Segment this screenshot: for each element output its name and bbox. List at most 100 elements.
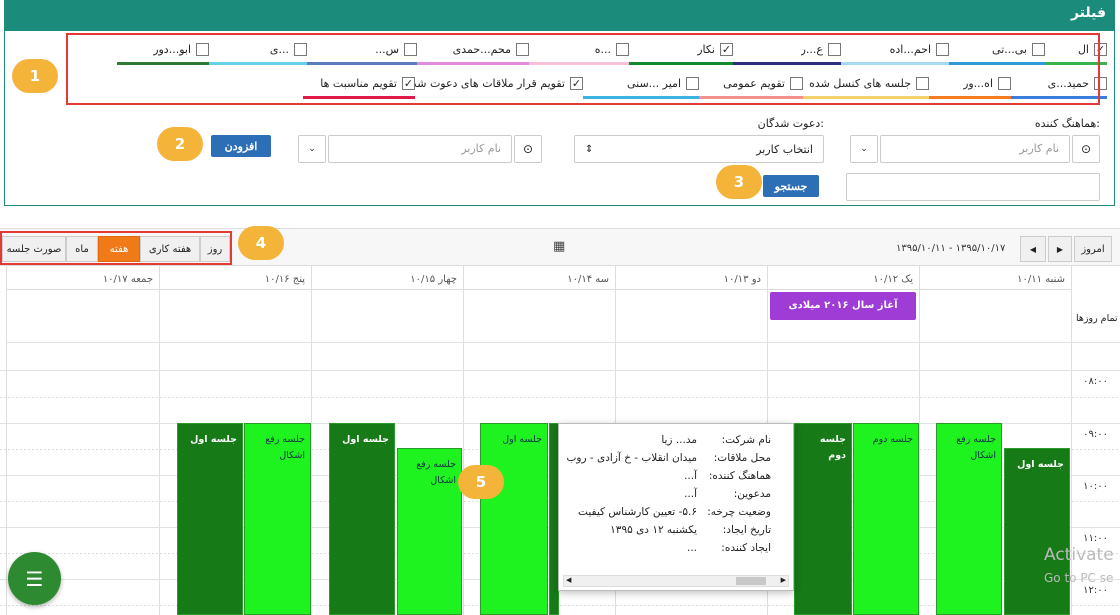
checkbox-icon[interactable] <box>294 42 307 56</box>
invitees-dropdown-button[interactable]: ⌄ <box>298 135 326 163</box>
popup-key: مدعوین: <box>733 488 771 500</box>
view-minutes-button[interactable]: صورت جلسه <box>2 236 66 262</box>
event-detail-popup: نام شرکت: مد... زیا محل ملاقات: میدان انقل… <box>558 423 794 591</box>
checkbox-icon[interactable] <box>936 42 949 56</box>
day-header-sat[interactable]: شنبه ۱۰/۱۱ <box>920 266 1071 290</box>
event-block[interactable]: جلسه دوم <box>794 423 852 615</box>
activation-watermark: Activate <box>1044 545 1114 565</box>
calendar-color-bar <box>1045 62 1107 65</box>
calendar-color-bar <box>307 62 417 65</box>
calendar-color-bar <box>699 96 803 99</box>
today-button[interactable]: امروز <box>1074 236 1112 262</box>
calendar-filter-checkbox[interactable]: امیر ...سنی <box>583 71 699 99</box>
checkbox-icon[interactable] <box>686 76 699 90</box>
day-header-tue[interactable]: سه ۱۰/۱۴ <box>464 266 615 290</box>
checkbox-label: نکار <box>697 42 715 56</box>
view-week-button[interactable]: هفته <box>98 236 140 262</box>
checkbox-icon[interactable] <box>616 42 629 56</box>
view-day-button[interactable]: روز <box>200 236 230 262</box>
coordinator-target-button[interactable]: ⊙ <box>1072 135 1100 163</box>
checkbox-label: ...ه <box>594 42 611 56</box>
checkbox-icon[interactable]: ✓ <box>1094 42 1107 56</box>
callout-3: 3 <box>716 165 762 199</box>
calendar-filter-checkbox[interactable]: جلسه های کنسل شده <box>803 71 929 99</box>
checkbox-icon[interactable] <box>828 42 841 56</box>
caret-left-icon: ◀ <box>1029 244 1037 254</box>
event-block[interactable]: جلسه اول <box>177 423 243 615</box>
checkbox-icon[interactable] <box>1094 76 1107 90</box>
coordinator-selected-field[interactable] <box>846 173 1100 201</box>
event-block[interactable]: جلسه رفع اشکال <box>397 448 462 615</box>
checkbox-icon[interactable] <box>516 42 529 56</box>
day-header-fri[interactable]: جمعه ۱۰/۱۷ <box>7 266 159 290</box>
popup-value: مد... زیا <box>661 434 697 446</box>
popup-key: هماهنگ کننده: <box>708 470 771 482</box>
calendar-color-bar <box>583 96 699 99</box>
checkbox-icon[interactable] <box>916 76 929 90</box>
popup-value: ۵.۶- تعیین کارشناس کیفیت <box>578 506 697 518</box>
add-button[interactable]: افزودن <box>211 135 271 157</box>
event-block[interactable]: جلسه اول <box>1004 448 1070 615</box>
coordinator-username-input[interactable]: نام کاربر <box>880 135 1070 163</box>
calendar-filter-checkbox[interactable]: محم...حمدی <box>417 37 529 65</box>
view-month-button[interactable]: ماه <box>66 236 98 262</box>
calendar-filter-checkbox[interactable]: ابو...دور <box>117 37 209 65</box>
popup-key: محل ملاقات: <box>713 452 771 464</box>
invitees-target-button[interactable]: ⊙ <box>514 135 542 163</box>
checkbox-icon[interactable] <box>404 42 417 56</box>
checkbox-label: اه...ور <box>963 76 993 90</box>
checkbox-icon[interactable] <box>998 76 1011 90</box>
calendar-filter-checkbox[interactable]: تقویم عمومی <box>699 71 803 99</box>
calendar-filter-checkbox[interactable]: اه...ور <box>929 71 1011 99</box>
checkbox-label: ...ی <box>269 42 289 56</box>
coordinator-dropdown-button[interactable]: ⌄ <box>850 135 878 163</box>
checkbox-icon[interactable]: ✓ <box>720 42 733 56</box>
checkbox-label: احم...اده <box>889 42 931 56</box>
calendar-filter-checkbox[interactable]: ...ه <box>529 37 629 65</box>
day-header-wed[interactable]: چهار ۱۰/۱۵ <box>312 266 463 290</box>
calendar-icon[interactable]: ▦ <box>553 239 565 254</box>
popup-scrollbar[interactable]: ◀ ▶ <box>563 575 789 587</box>
popup-key: ایجاد کننده: <box>721 542 771 554</box>
invitees-username-input[interactable]: نام کاربر <box>328 135 512 163</box>
calendar-color-bar <box>529 62 629 65</box>
calendar-color-bar <box>733 62 841 65</box>
search-button[interactable]: جستجو <box>763 175 819 197</box>
event-block[interactable]: جلسه دوم <box>853 423 919 615</box>
calendar-filter-checkbox[interactable]: ع...ر <box>733 37 841 65</box>
view-workweek-button[interactable]: هفته کاری <box>140 236 200 262</box>
event-block[interactable]: جلسه اول <box>480 423 548 615</box>
prev-button[interactable]: ◀ <box>1020 236 1046 262</box>
invitees-select[interactable]: ⇕ انتخاب کاربر <box>574 135 824 163</box>
event-block[interactable]: جلسه رفع اشکال <box>936 423 1002 615</box>
calendar-filter-row-2: حمید...ی اه...ور جلسه های کنسل شده تقویم عم… <box>67 71 1107 99</box>
calendar-filter-checkbox[interactable]: س... <box>307 37 417 65</box>
day-header-sun[interactable]: یک ۱۰/۱۲ <box>768 266 919 290</box>
calendar-filter-checkbox[interactable]: احم...اده <box>841 37 949 65</box>
day-header-mon[interactable]: دو ۱۰/۱۳ <box>616 266 767 290</box>
popup-value: ... <box>686 542 697 554</box>
calendar-filter-checkbox[interactable]: ✓ نکار <box>629 37 733 65</box>
event-block[interactable]: جلسه رفع اشکال <box>244 423 311 615</box>
scroll-left-icon[interactable]: ◀ <box>566 576 571 584</box>
calendar-filter-checkbox[interactable]: بی...تی <box>949 37 1045 65</box>
calendar-filter-checkbox[interactable]: حمید...ی <box>1011 71 1107 99</box>
next-button[interactable]: ▶ <box>1048 236 1072 262</box>
calendar-color-bar <box>1011 96 1107 99</box>
calendar-filter-checkbox[interactable]: ...ی <box>209 37 307 65</box>
scroll-right-icon[interactable]: ▶ <box>781 576 786 584</box>
checkbox-icon[interactable]: ✓ <box>402 76 415 90</box>
checkbox-icon[interactable] <box>196 42 209 56</box>
calendar-filter-checkbox[interactable]: ✓ تقویم قرار ملاقات های دعوت شده <box>415 71 583 99</box>
day-header-thu[interactable]: پنج ۱۰/۱۶ <box>160 266 311 290</box>
checkbox-icon[interactable] <box>790 76 803 90</box>
calendar-filter-checkbox[interactable]: ✓ تقویم مناسبت ها <box>303 71 415 99</box>
scroll-thumb[interactable] <box>736 577 766 585</box>
checkbox-icon[interactable] <box>1032 42 1045 56</box>
calendar-filter-checkbox[interactable]: ✓ ال <box>1045 37 1107 65</box>
filter-title: فیلتر <box>1070 5 1106 21</box>
checkbox-icon[interactable]: ✓ <box>570 76 583 90</box>
event-block[interactable]: جلسه اول <box>329 423 395 615</box>
menu-fab-button[interactable]: ☰ <box>8 552 61 605</box>
all-day-event[interactable]: آغاز سال ۲۰۱۶ میلادی <box>770 292 916 320</box>
